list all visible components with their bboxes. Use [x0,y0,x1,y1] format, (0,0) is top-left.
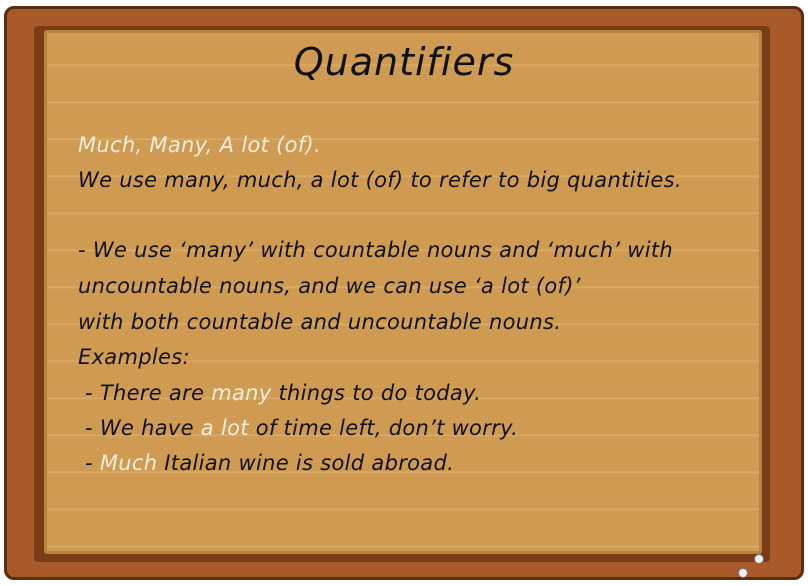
text-line: - There are many things to do today. [78,381,481,405]
heading: Much, Many, A lot (of). [78,133,321,157]
text-segment: things to do today. [271,381,482,405]
text-line: with both countable and uncountable noun… [78,310,561,334]
text-line: Examples: [78,345,190,369]
board-title: Quantifiers [293,40,515,84]
text-line: - We use ‘many’ with countable nouns and… [78,238,673,262]
text-segment: of time left, don’t worry. [248,416,519,440]
text-segment: uncountable nouns, and we can use ‘a lot… [78,274,581,298]
text-segment: with both countable and uncountable noun… [78,310,562,334]
text-line: We use many, much, a lot (of) to refer t… [78,168,682,192]
wooden-board: Quantifiers Much, Many, A lot (of). We u… [0,0,808,586]
text-segment: - There are [78,381,212,405]
text-line: - Much Italian wine is sold abroad. [78,451,454,475]
highlighted-word: a lot [200,416,249,440]
text-segment: We use many, much, a lot (of) to refer t… [78,168,682,192]
text-line: - We have a lot of time left, don’t worr… [78,416,518,440]
text-line: uncountable nouns, and we can use ‘a lot… [78,274,581,298]
text-segment: Italian wine is sold abroad. [157,451,455,475]
nail-icon [738,568,748,578]
text-segment: - We have [78,416,201,440]
highlighted-word: many [211,381,272,405]
highlighted-word: Much [99,451,158,475]
text-segment: - We use ‘many’ with countable nouns and… [78,238,674,262]
nail-icon [754,554,764,564]
text-segment: - [78,451,100,475]
text-segment: Examples: [78,345,190,369]
